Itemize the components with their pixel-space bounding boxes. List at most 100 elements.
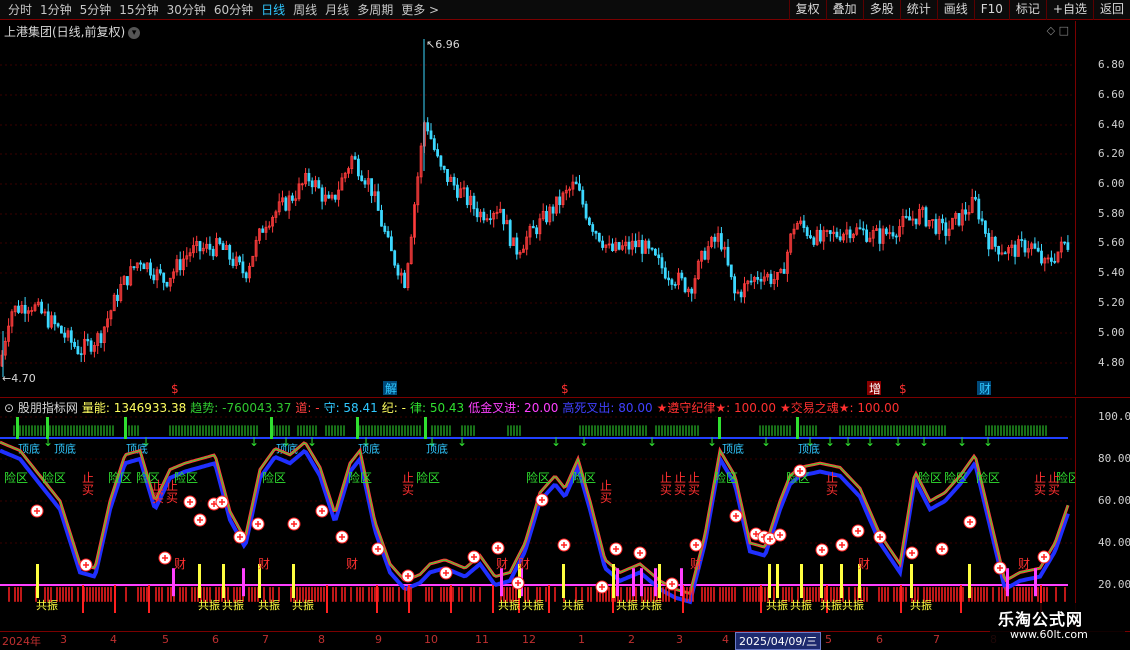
indicator-value-3: 守: 58.41 [323,401,378,415]
candle-body [634,240,637,248]
toolbar-action-8[interactable]: 返回 [1092,0,1130,20]
resonance-label: 共振 [198,598,220,612]
indicator-panel[interactable]: ↓ ↓ ↓ ↓ ↓ ↓ ↓ ↓ ↓ ↓ ↓ ↓ ↓ ↓ ↓ ↓ ↓ ↓ ↓ ↓ ↓ 顶底 顶底 顶底 顶底 顶底 顶底 顶底 顶底 共振共… [0,397,1080,632]
candle-body [320,187,324,202]
wealth-label: 财 [258,557,270,571]
candle-body [442,165,446,170]
period-tab-10[interactable]: 更多 > [397,2,443,18]
down-arrow-icon: ↓ [957,435,967,449]
candle-body [812,237,816,245]
candle-body [545,210,548,223]
risk-zone-label: 险区 [416,470,440,485]
candle-body [241,261,245,274]
top-signal-bar [124,417,127,439]
candle-body [782,268,786,274]
candle-body [865,229,868,242]
period-tab-3[interactable]: 15分钟 [115,2,162,18]
candle-body [1023,240,1027,253]
buy-label: 买 [82,483,94,497]
toolbar-action-2[interactable]: 多股 [862,0,900,20]
toolbar-action-7[interactable]: +自选 [1045,0,1093,20]
candle-body [386,231,390,238]
indicator-chart[interactable]: ↓ ↓ ↓ ↓ ↓ ↓ ↓ ↓ ↓ ↓ ↓ ↓ ↓ ↓ ↓ ↓ ↓ ↓ ↓ ↓ ↓顶底 顶底 顶底 顶底 顶底 顶底 顶底 顶底共振共… [0,398,1080,632]
candle-body [848,229,852,239]
candle-body [439,155,443,167]
candle-body [383,225,387,232]
resonance-label: 共振 [616,598,638,612]
stock-title[interactable]: 上港集团(日线,前复权) ▾ [4,23,141,40]
toolbar-action-3[interactable]: 统计 [899,0,937,20]
candle-body [244,272,248,279]
period-tab-4[interactable]: 30分钟 [163,2,210,18]
resonance-label: 共振 [790,598,812,612]
candle-body [885,228,888,235]
period-tab-9[interactable]: 多周期 [353,2,397,18]
period-tab-0[interactable]: 分时 [4,2,36,18]
candle-body [132,266,136,269]
yellow-bar [910,564,913,598]
candle-body [729,264,733,278]
period-tab-7[interactable]: 周线 [289,2,321,18]
drop-bar [148,585,150,613]
date-label: 2024年 [2,635,41,648]
down-arrow-icon: ↓ [983,435,993,449]
candle-body [158,269,162,274]
price-tick-label: 6.80 [1098,58,1125,71]
period-tab-5[interactable]: 60分钟 [210,2,257,18]
candle-body [964,209,967,215]
candle-body [891,232,895,237]
candle-body [809,235,812,239]
candle-body [60,325,63,334]
candle-body [838,236,842,241]
toolbar-action-4[interactable]: 画线 [936,0,974,20]
risk-zone-label: 险区 [976,470,1000,485]
buy-label: 买 [1034,483,1046,497]
candle-body [317,180,321,189]
drop-bar [548,585,550,613]
indicator-value-0: 量能: 1346933.38 [81,401,187,415]
toolbar-action-6[interactable]: 标记 [1008,0,1046,20]
candle-body [835,231,839,238]
buy-label: 买 [660,483,672,497]
candle-body [627,241,631,250]
panel-corner-icons[interactable]: ◇ □ [1047,24,1069,37]
yellow-bar [198,564,201,598]
magenta-bar [172,568,175,597]
candle-body [208,243,212,250]
stock-title-text: 上港集团(日线,前复权) [4,25,126,39]
yellow-bar [968,564,971,598]
down-arrow-icon: ↓ [43,435,53,449]
candle-body [1053,260,1057,263]
buy-label: 买 [688,483,700,497]
risk-zone-label: 险区 [572,470,596,485]
candle-body [611,243,614,252]
candle-body [360,175,364,182]
buy-label: 买 [1048,483,1060,497]
event-marker: 财 [979,382,991,395]
candle-body [370,178,374,196]
risk-zone-label: 险区 [348,470,372,485]
high-price-label: ↖6.96 [426,38,460,51]
price-chart-panel[interactable]: ↖6.96 ←4.70 $ 解 $ 增 $ 财 上港集团(日线,前复权) ▾ ◇ □ [0,21,1075,396]
toolbar-action-0[interactable]: 复权 [788,0,826,20]
magenta-bar [242,568,245,597]
period-tab-2[interactable]: 5分钟 [76,2,116,18]
candle-body [1063,241,1066,244]
candle-body [396,264,400,276]
down-arrow-icon: ↓ [893,435,903,449]
candle-body [231,258,235,266]
toolbar-action-1[interactable]: 叠加 [825,0,863,20]
candlestick-chart[interactable]: ↖6.96 ←4.70 $ 解 $ 增 $ 财 [0,21,1075,396]
period-tab-8[interactable]: 月线 [321,2,353,18]
toolbar-action-5[interactable]: F10 [973,0,1009,20]
chevron-down-icon[interactable]: ▾ [128,26,141,39]
candle-body [40,301,43,314]
period-tab-1[interactable]: 1分钟 [36,2,76,18]
down-arrow-icon: ↓ [647,435,657,449]
period-tab-6[interactable]: 日线 [257,2,289,18]
drop-bar [960,585,962,613]
yellow-bar [222,564,225,598]
candle-body [984,220,987,234]
indicator-name[interactable]: ⊙ 股朋指标网 [4,401,78,415]
candle-body [703,250,707,260]
